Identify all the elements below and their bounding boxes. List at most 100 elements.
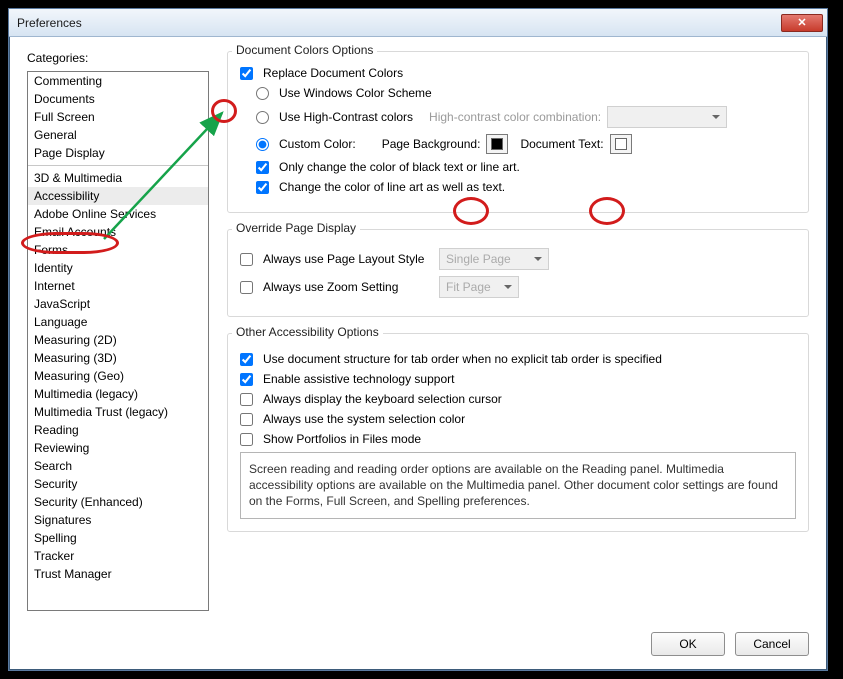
row-sys-sel: Always use the system selection color <box>240 412 796 426</box>
label-sys-sel: Always use the system selection color <box>263 412 465 426</box>
group-other-accessibility: Other Accessibility Options Use document… <box>227 333 809 532</box>
titlebar: Preferences ✕ <box>9 9 827 37</box>
swatch-document-text-color <box>615 138 627 150</box>
group-legend: Other Accessibility Options <box>232 325 383 339</box>
separator <box>28 165 208 166</box>
radio-high-contrast[interactable] <box>256 111 269 124</box>
row-tab-order: Use document structure for tab order whe… <box>240 352 796 366</box>
info-text: Screen reading and reading order options… <box>240 452 796 519</box>
label-kb-cursor: Always display the keyboard selection cu… <box>263 392 502 406</box>
swatch-document-text[interactable] <box>610 134 632 154</box>
label-tab-order: Use document structure for tab order whe… <box>263 352 662 366</box>
label-windows-scheme: Use Windows Color Scheme <box>279 86 432 100</box>
categories-column: Categories: CommentingDocumentsFull Scre… <box>27 51 209 618</box>
list-item[interactable]: Trust Manager <box>28 565 208 583</box>
group-legend: Document Colors Options <box>232 43 377 57</box>
categories-label: Categories: <box>27 51 209 65</box>
list-item[interactable]: Measuring (3D) <box>28 349 208 367</box>
list-item[interactable]: Full Screen <box>28 108 208 126</box>
close-icon: ✕ <box>797 16 806 29</box>
list-item[interactable]: Email Accounts <box>28 223 208 241</box>
cancel-button[interactable]: Cancel <box>735 632 809 656</box>
group-document-colors: Document Colors Options Replace Document… <box>227 51 809 213</box>
list-item[interactable]: Internet <box>28 277 208 295</box>
checkbox-line-art[interactable] <box>256 181 269 194</box>
label-high-contrast: Use High-Contrast colors <box>279 110 413 124</box>
checkbox-assistive[interactable] <box>240 373 253 386</box>
list-item[interactable]: Measuring (2D) <box>28 331 208 349</box>
categories-list[interactable]: CommentingDocumentsFull ScreenGeneralPag… <box>27 71 209 611</box>
list-item[interactable]: Reviewing <box>28 439 208 457</box>
label-custom-color: Custom Color: <box>279 137 356 151</box>
settings-column: Document Colors Options Replace Document… <box>227 51 809 618</box>
list-item[interactable]: Forms <box>28 241 208 259</box>
label-zoom: Always use Zoom Setting <box>263 280 433 294</box>
checkbox-portfolios[interactable] <box>240 433 253 446</box>
checkbox-zoom[interactable] <box>240 281 253 294</box>
label-portfolios: Show Portfolios in Files mode <box>263 432 421 446</box>
row-custom-color: Custom Color: Page Background: Document … <box>256 134 796 154</box>
combo-layout[interactable]: Single Page <box>439 248 549 270</box>
swatch-page-background[interactable] <box>486 134 508 154</box>
list-item[interactable]: Accessibility <box>28 187 208 205</box>
label-replace-colors: Replace Document Colors <box>263 66 403 80</box>
swatch-page-background-color <box>491 138 503 150</box>
row-layout: Always use Page Layout Style Single Page <box>240 248 796 270</box>
close-button[interactable]: ✕ <box>781 14 823 32</box>
checkbox-kb-cursor[interactable] <box>240 393 253 406</box>
label-only-black: Only change the color of black text or l… <box>279 160 520 174</box>
label-line-art: Change the color of line art as well as … <box>279 180 505 194</box>
combo-high-contrast[interactable] <box>607 106 727 128</box>
list-item[interactable]: Identity <box>28 259 208 277</box>
list-item[interactable]: Spelling <box>28 529 208 547</box>
list-item[interactable]: Multimedia (legacy) <box>28 385 208 403</box>
label-doc-text: Document Text: <box>520 137 603 151</box>
list-item[interactable]: Reading <box>28 421 208 439</box>
list-item[interactable]: Adobe Online Services <box>28 205 208 223</box>
list-item[interactable]: General <box>28 126 208 144</box>
ok-button[interactable]: OK <box>651 632 725 656</box>
list-item[interactable]: Security <box>28 475 208 493</box>
row-kb-cursor: Always display the keyboard selection cu… <box>240 392 796 406</box>
row-only-black: Only change the color of black text or l… <box>256 160 796 174</box>
preferences-window: Preferences ✕ Categories: CommentingDocu… <box>8 8 828 671</box>
dialog-buttons: OK Cancel <box>651 632 809 656</box>
window-title: Preferences <box>17 16 781 30</box>
checkbox-layout[interactable] <box>240 253 253 266</box>
label-assistive: Enable assistive technology support <box>263 372 454 386</box>
label-page-bg: Page Background: <box>382 137 481 151</box>
group-legend: Override Page Display <box>232 221 360 235</box>
list-item[interactable]: Page Display <box>28 144 208 162</box>
list-item[interactable]: Measuring (Geo) <box>28 367 208 385</box>
combo-layout-value: Single Page <box>446 252 511 266</box>
row-use-windows: Use Windows Color Scheme <box>256 86 796 100</box>
list-item[interactable]: Language <box>28 313 208 331</box>
row-portfolios: Show Portfolios in Files mode <box>240 432 796 446</box>
list-item[interactable]: Tracker <box>28 547 208 565</box>
row-line-art: Change the color of line art as well as … <box>256 180 796 194</box>
row-replace-colors: Replace Document Colors <box>240 66 796 80</box>
list-item[interactable]: Multimedia Trust (legacy) <box>28 403 208 421</box>
checkbox-sys-sel[interactable] <box>240 413 253 426</box>
row-zoom: Always use Zoom Setting Fit Page <box>240 276 796 298</box>
label-layout: Always use Page Layout Style <box>263 252 433 266</box>
radio-windows-scheme[interactable] <box>256 87 269 100</box>
combo-zoom[interactable]: Fit Page <box>439 276 519 298</box>
list-item[interactable]: Signatures <box>28 511 208 529</box>
list-item[interactable]: JavaScript <box>28 295 208 313</box>
label-high-contrast-combo: High-contrast color combination: <box>429 110 601 124</box>
list-item[interactable]: Commenting <box>28 72 208 90</box>
list-item[interactable]: Search <box>28 457 208 475</box>
combo-zoom-value: Fit Page <box>446 280 491 294</box>
radio-custom-color[interactable] <box>256 138 269 151</box>
row-high-contrast: Use High-Contrast colors High-contrast c… <box>256 106 796 128</box>
list-item[interactable]: Documents <box>28 90 208 108</box>
list-item[interactable]: Security (Enhanced) <box>28 493 208 511</box>
checkbox-replace-colors[interactable] <box>240 67 253 80</box>
checkbox-tab-order[interactable] <box>240 353 253 366</box>
row-assistive: Enable assistive technology support <box>240 372 796 386</box>
checkbox-only-black[interactable] <box>256 161 269 174</box>
content-area: Categories: CommentingDocumentsFull Scre… <box>9 37 827 670</box>
group-override-display: Override Page Display Always use Page La… <box>227 229 809 317</box>
list-item[interactable]: 3D & Multimedia <box>28 169 208 187</box>
